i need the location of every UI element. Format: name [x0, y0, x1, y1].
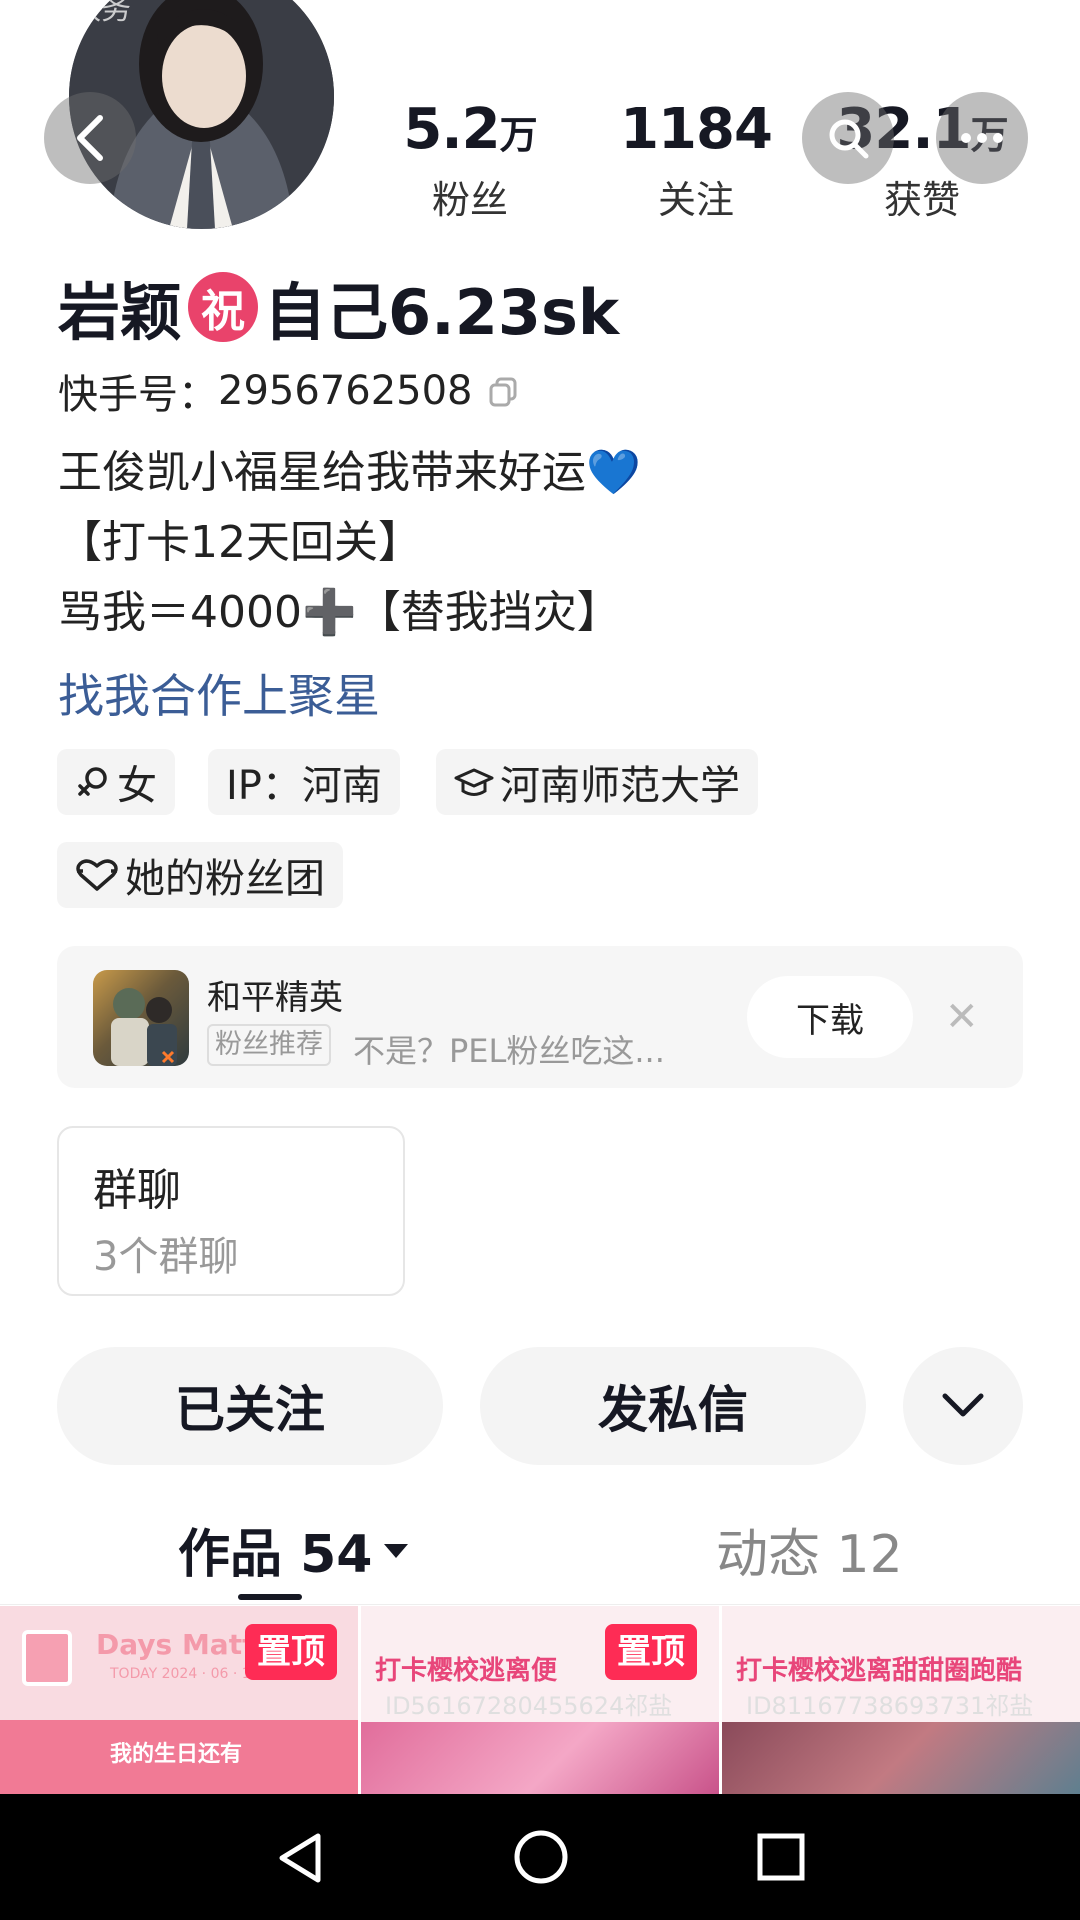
following-count: 1184	[620, 97, 773, 162]
more-dots-icon	[961, 133, 1003, 143]
graduation-cap-icon	[454, 764, 494, 800]
thumb2-title: 打卡樱校逃离便	[375, 1656, 558, 1686]
video-thumb-1[interactable]: Days Matte TODAY 2024 · 06 · 1 我的生日还有 置顶	[0, 1606, 358, 1794]
back-button[interactable]	[44, 92, 136, 184]
pinned-badge: 置顶	[245, 1624, 337, 1680]
game-app-icon	[93, 970, 189, 1066]
tab-works[interactable]: 作品 54	[178, 1512, 410, 1587]
cooperation-link[interactable]: 找我合作上聚星	[58, 660, 380, 726]
school-text: 河南师范大学	[500, 763, 740, 809]
following-label: 关注	[657, 178, 734, 222]
following-button[interactable]: 已关注	[57, 1347, 443, 1465]
send-message-button[interactable]: 发私信	[480, 1347, 866, 1465]
back-triangle-icon[interactable]	[272, 1830, 328, 1886]
chevron-left-icon	[77, 115, 103, 161]
kuaishou-id: 2956762508	[218, 368, 473, 414]
name-part1: 岩颖	[58, 276, 183, 349]
school-tag[interactable]: 河南师范大学	[436, 749, 758, 815]
ip-tag: IP：河南	[208, 749, 400, 815]
profile-name: 岩颖 祝 自己6.23sk	[58, 262, 619, 352]
thumb2-id: ID56167280455624祁盐	[385, 1692, 673, 1720]
tabs-divider	[0, 1604, 1080, 1605]
thumb3-title: 打卡樱校逃离甜甜圈跑酷	[736, 1656, 1023, 1686]
celebrate-badge: 祝	[188, 272, 259, 342]
download-button[interactable]: 下载	[747, 976, 913, 1058]
heart-icon	[75, 857, 119, 893]
tab-moments[interactable]: 动态 12	[716, 1512, 903, 1587]
group-chat-title: 群聊	[93, 1165, 181, 1216]
pinned-badge: 置顶	[605, 1624, 697, 1680]
image-icon	[22, 1630, 72, 1686]
ip-text: IP：河南	[226, 763, 382, 809]
search-icon	[829, 119, 869, 159]
more-button[interactable]	[936, 92, 1028, 184]
kuaishou-id-row: 快手号： 2956762508	[58, 362, 519, 420]
stat-following[interactable]: 1184 关注	[596, 100, 796, 224]
video-thumb-3[interactable]: 打卡樱校逃离甜甜圈跑酷 ID81167738693731祁盐	[722, 1606, 1080, 1794]
close-icon[interactable]: ✕	[945, 994, 979, 1040]
thumb1-date: TODAY 2024 · 06 · 1	[110, 1666, 251, 1682]
video-thumb-2[interactable]: 打卡樱校逃离便 ID56167280455624祁盐 置顶	[361, 1606, 719, 1794]
female-icon	[75, 764, 111, 800]
game-promo-card[interactable]: 和平精英 粉丝推荐 不是？PEL粉丝吃这... 下载 ✕	[57, 946, 1023, 1088]
active-tab-indicator	[238, 1594, 302, 1600]
bio-line-1: 王俊凯小福星给我带来好运💙	[58, 447, 641, 498]
name-part2: 自己6.23sk	[264, 276, 620, 349]
stat-fans[interactable]: 5.2万 粉丝	[370, 100, 570, 224]
gender-text: 女	[117, 763, 157, 809]
tab-moments-label: 动态 12	[716, 1525, 903, 1585]
system-navigation-bar	[0, 1794, 1080, 1920]
avatar-overlay-text: 服务	[71, 0, 131, 27]
home-circle-icon[interactable]	[512, 1828, 570, 1886]
bio-line-2: 【打卡12天回关】	[58, 517, 422, 568]
caret-down-icon	[384, 1543, 409, 1558]
fans-count: 5.2万	[403, 97, 537, 162]
bio-line-3: 骂我＝4000➕【替我挡灾】	[58, 587, 621, 638]
group-chat-card[interactable]: 群聊 3个群聊	[57, 1126, 405, 1296]
chevron-down-icon	[942, 1393, 984, 1417]
search-button[interactable]	[802, 92, 894, 184]
expand-button[interactable]	[903, 1347, 1023, 1465]
gender-tag: 女	[57, 749, 175, 815]
thumb3-id: ID81167738693731祁盐	[746, 1692, 1034, 1720]
tab-works-label: 作品 54	[178, 1525, 373, 1585]
kuaishou-label: 快手号：	[58, 372, 218, 418]
thumb1-caption: 我的生日还有	[110, 1742, 243, 1767]
promo-badge: 粉丝推荐	[207, 1024, 331, 1066]
fan-group-text: 她的粉丝团	[125, 856, 325, 902]
fans-label: 粉丝	[431, 178, 508, 222]
promo-description: 不是？PEL粉丝吃这...	[353, 1032, 665, 1070]
fan-group-tag[interactable]: 她的粉丝团	[57, 842, 343, 908]
recents-square-icon[interactable]	[754, 1830, 808, 1884]
copy-icon[interactable]	[487, 375, 519, 407]
promo-title: 和平精英	[207, 978, 343, 1018]
group-chat-count: 3个群聊	[93, 1234, 239, 1280]
